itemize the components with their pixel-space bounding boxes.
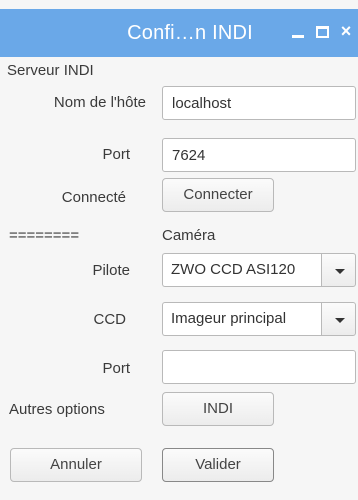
cancel-button[interactable]: Annuler bbox=[10, 448, 142, 482]
driver-select-value[interactable]: ZWO CCD ASI120 bbox=[162, 253, 321, 287]
camera-port-label: Port bbox=[102, 360, 130, 377]
camera-port-input[interactable] bbox=[162, 350, 356, 384]
chevron-down-icon[interactable] bbox=[321, 302, 356, 336]
maximize-icon[interactable] bbox=[311, 21, 333, 43]
server-section-label: Serveur INDI bbox=[7, 62, 94, 79]
indi-config-dialog: Confi…n INDI × Serveur INDI Nom de l'hôt… bbox=[0, 0, 358, 500]
port-input[interactable] bbox=[162, 138, 356, 172]
connect-button[interactable]: Connecter bbox=[162, 178, 274, 212]
minimize-icon[interactable] bbox=[287, 22, 309, 43]
close-icon[interactable]: × bbox=[335, 21, 357, 42]
window-title: Confi…n INDI bbox=[127, 22, 253, 44]
indi-button[interactable]: INDI bbox=[162, 392, 274, 426]
separator-text: ======== bbox=[9, 227, 80, 244]
ok-button[interactable]: Valider bbox=[162, 448, 274, 482]
other-options-label: Autres options bbox=[9, 401, 105, 418]
host-label: Nom de l'hôte bbox=[53, 94, 146, 111]
ccd-select[interactable]: Imageur principal bbox=[162, 302, 356, 336]
port-label: Port bbox=[102, 146, 130, 163]
host-input[interactable] bbox=[162, 86, 356, 120]
ccd-select-value[interactable]: Imageur principal bbox=[162, 302, 321, 336]
ccd-label: CCD bbox=[93, 311, 127, 328]
connected-label: Connecté bbox=[61, 189, 126, 206]
camera-section-label: Caméra bbox=[162, 227, 216, 244]
chevron-down-icon[interactable] bbox=[321, 253, 356, 287]
driver-label: Pilote bbox=[92, 262, 130, 279]
title-bar[interactable]: Confi…n INDI × bbox=[0, 9, 358, 57]
driver-select[interactable]: ZWO CCD ASI120 bbox=[162, 253, 356, 287]
